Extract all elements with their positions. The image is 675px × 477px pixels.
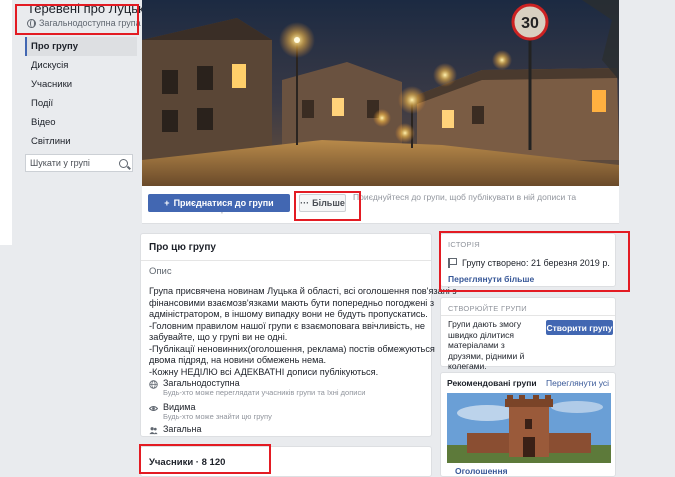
- privacy-public-title: Загальнодоступна: [163, 378, 240, 388]
- nav-item-discussion[interactable]: Дискусія: [25, 56, 137, 75]
- recommended-group-image[interactable]: [447, 393, 611, 463]
- about-title: Про цю групу: [149, 242, 216, 253]
- join-group-button[interactable]: + Приєднатися до групи: [148, 194, 290, 212]
- more-dots-icon: ···: [300, 198, 310, 208]
- description-line: Група присвячена новинам Луцька й област…: [149, 286, 457, 296]
- recommended-groups-card: Рекомендовані групи Переглянути усі Огол…: [440, 372, 616, 477]
- globe-icon: [27, 18, 36, 28]
- description-line: -Публікації неновинних(оголошення, рекла…: [149, 343, 435, 354]
- group-type-label: Загальнодоступна група: [39, 18, 141, 28]
- members-card: Учасники · 8 120: [140, 446, 432, 477]
- create-group-text: Групи дають змогу швидко ділитися матері…: [448, 319, 525, 371]
- recommended-title: Рекомендовані групи: [447, 378, 537, 388]
- description-line: адміністратором, в іншому випадку вони н…: [149, 309, 428, 319]
- globe-icon: [149, 380, 158, 389]
- join-group-label: Приєднатися до групи: [173, 198, 274, 208]
- svg-text:30: 30: [521, 15, 539, 32]
- left-edge: [0, 0, 12, 245]
- privacy-public: Загальнодоступна Будь-хто може перегляда…: [149, 378, 429, 397]
- nav-item-events[interactable]: Події: [25, 94, 137, 113]
- description-line: фінансовими взаємозв'язками мають бути п…: [149, 297, 435, 308]
- privacy-visible: Видима Будь-хто може знайти цю групу: [149, 402, 429, 421]
- search-icon[interactable]: [119, 158, 128, 168]
- recommended-see-all-link[interactable]: Переглянути усі: [546, 378, 609, 388]
- group-search-input[interactable]: Шукати у групі: [25, 154, 133, 172]
- history-card: ІСТОРІЯ Групу створено: 21 березня 2019 …: [440, 233, 616, 287]
- description-line: -Кожну НЕДІЛЮ всі АДЕКВАТНІ дописи публі…: [149, 366, 379, 377]
- group-type: Загальнодоступна група: [27, 18, 141, 28]
- nav-item-members[interactable]: Учасники: [25, 75, 137, 94]
- description-line: забувайте, що у групі ви не одні.: [149, 332, 288, 342]
- more-button-label: Більше: [312, 198, 345, 208]
- cover-photo-image: 30: [142, 0, 619, 186]
- group-title[interactable]: Теревені про Луцьк: [27, 1, 144, 16]
- castle-tower-image: [447, 393, 611, 463]
- description-line: -Головним правилом нашої групи є взаємоп…: [149, 320, 426, 331]
- privacy-visible-title: Видима: [163, 402, 196, 412]
- nav-item-about[interactable]: Про групу: [25, 37, 137, 56]
- recommended-group-name[interactable]: Оголошення: [455, 466, 508, 476]
- nav-item-photos[interactable]: Світлини: [25, 132, 137, 151]
- cover-photo: 30: [142, 0, 619, 186]
- group-nav: Про групу Дискусія Учасники Події Відео …: [25, 37, 137, 151]
- history-see-more-link[interactable]: Переглянути більше: [448, 274, 534, 284]
- create-group-divider: [441, 315, 615, 316]
- eye-icon: [149, 406, 158, 411]
- group-action-bar: Приєднуйтеся до групи, щоб публікувати в…: [142, 186, 619, 224]
- privacy-general-title: Загальна: [163, 424, 202, 434]
- privacy-visible-subtitle: Будь-хто може знайти цю групу: [163, 412, 272, 421]
- history-label: ІСТОРІЯ: [448, 240, 480, 249]
- history-created-row: Групу створено: 21 березня 2019 р.: [448, 258, 610, 268]
- members-title[interactable]: Учасники · 8 120: [149, 457, 225, 468]
- plus-icon: +: [164, 198, 170, 208]
- search-placeholder: Шукати у групі: [30, 158, 90, 168]
- privacy-public-subtitle: Будь-хто може переглядати учасників груп…: [163, 388, 366, 397]
- create-group-button[interactable]: Створити групу: [546, 320, 613, 335]
- about-card: Про цю групу Опис Група присвячена новин…: [140, 233, 457, 437]
- description-line: двома підряд, на новини обмежень нема.: [149, 355, 327, 365]
- nav-item-videos[interactable]: Відео: [25, 113, 137, 132]
- history-created-text: Групу створено: 21 березня 2019 р.: [462, 258, 610, 268]
- privacy-general: Загальна: [149, 424, 429, 435]
- group-description: Група присвячена новинам Луцька й област…: [149, 286, 457, 378]
- more-button[interactable]: ··· Більше: [299, 194, 346, 212]
- create-group-card: СТВОРЮЙТЕ ГРУПИ Групи дають змогу швидко…: [440, 297, 616, 371]
- create-group-label: СТВОРЮЙТЕ ГРУПИ: [448, 304, 527, 313]
- about-divider: [141, 260, 431, 261]
- flag-icon: [448, 258, 457, 268]
- people-icon: [149, 427, 158, 435]
- description-label: Опис: [149, 266, 172, 277]
